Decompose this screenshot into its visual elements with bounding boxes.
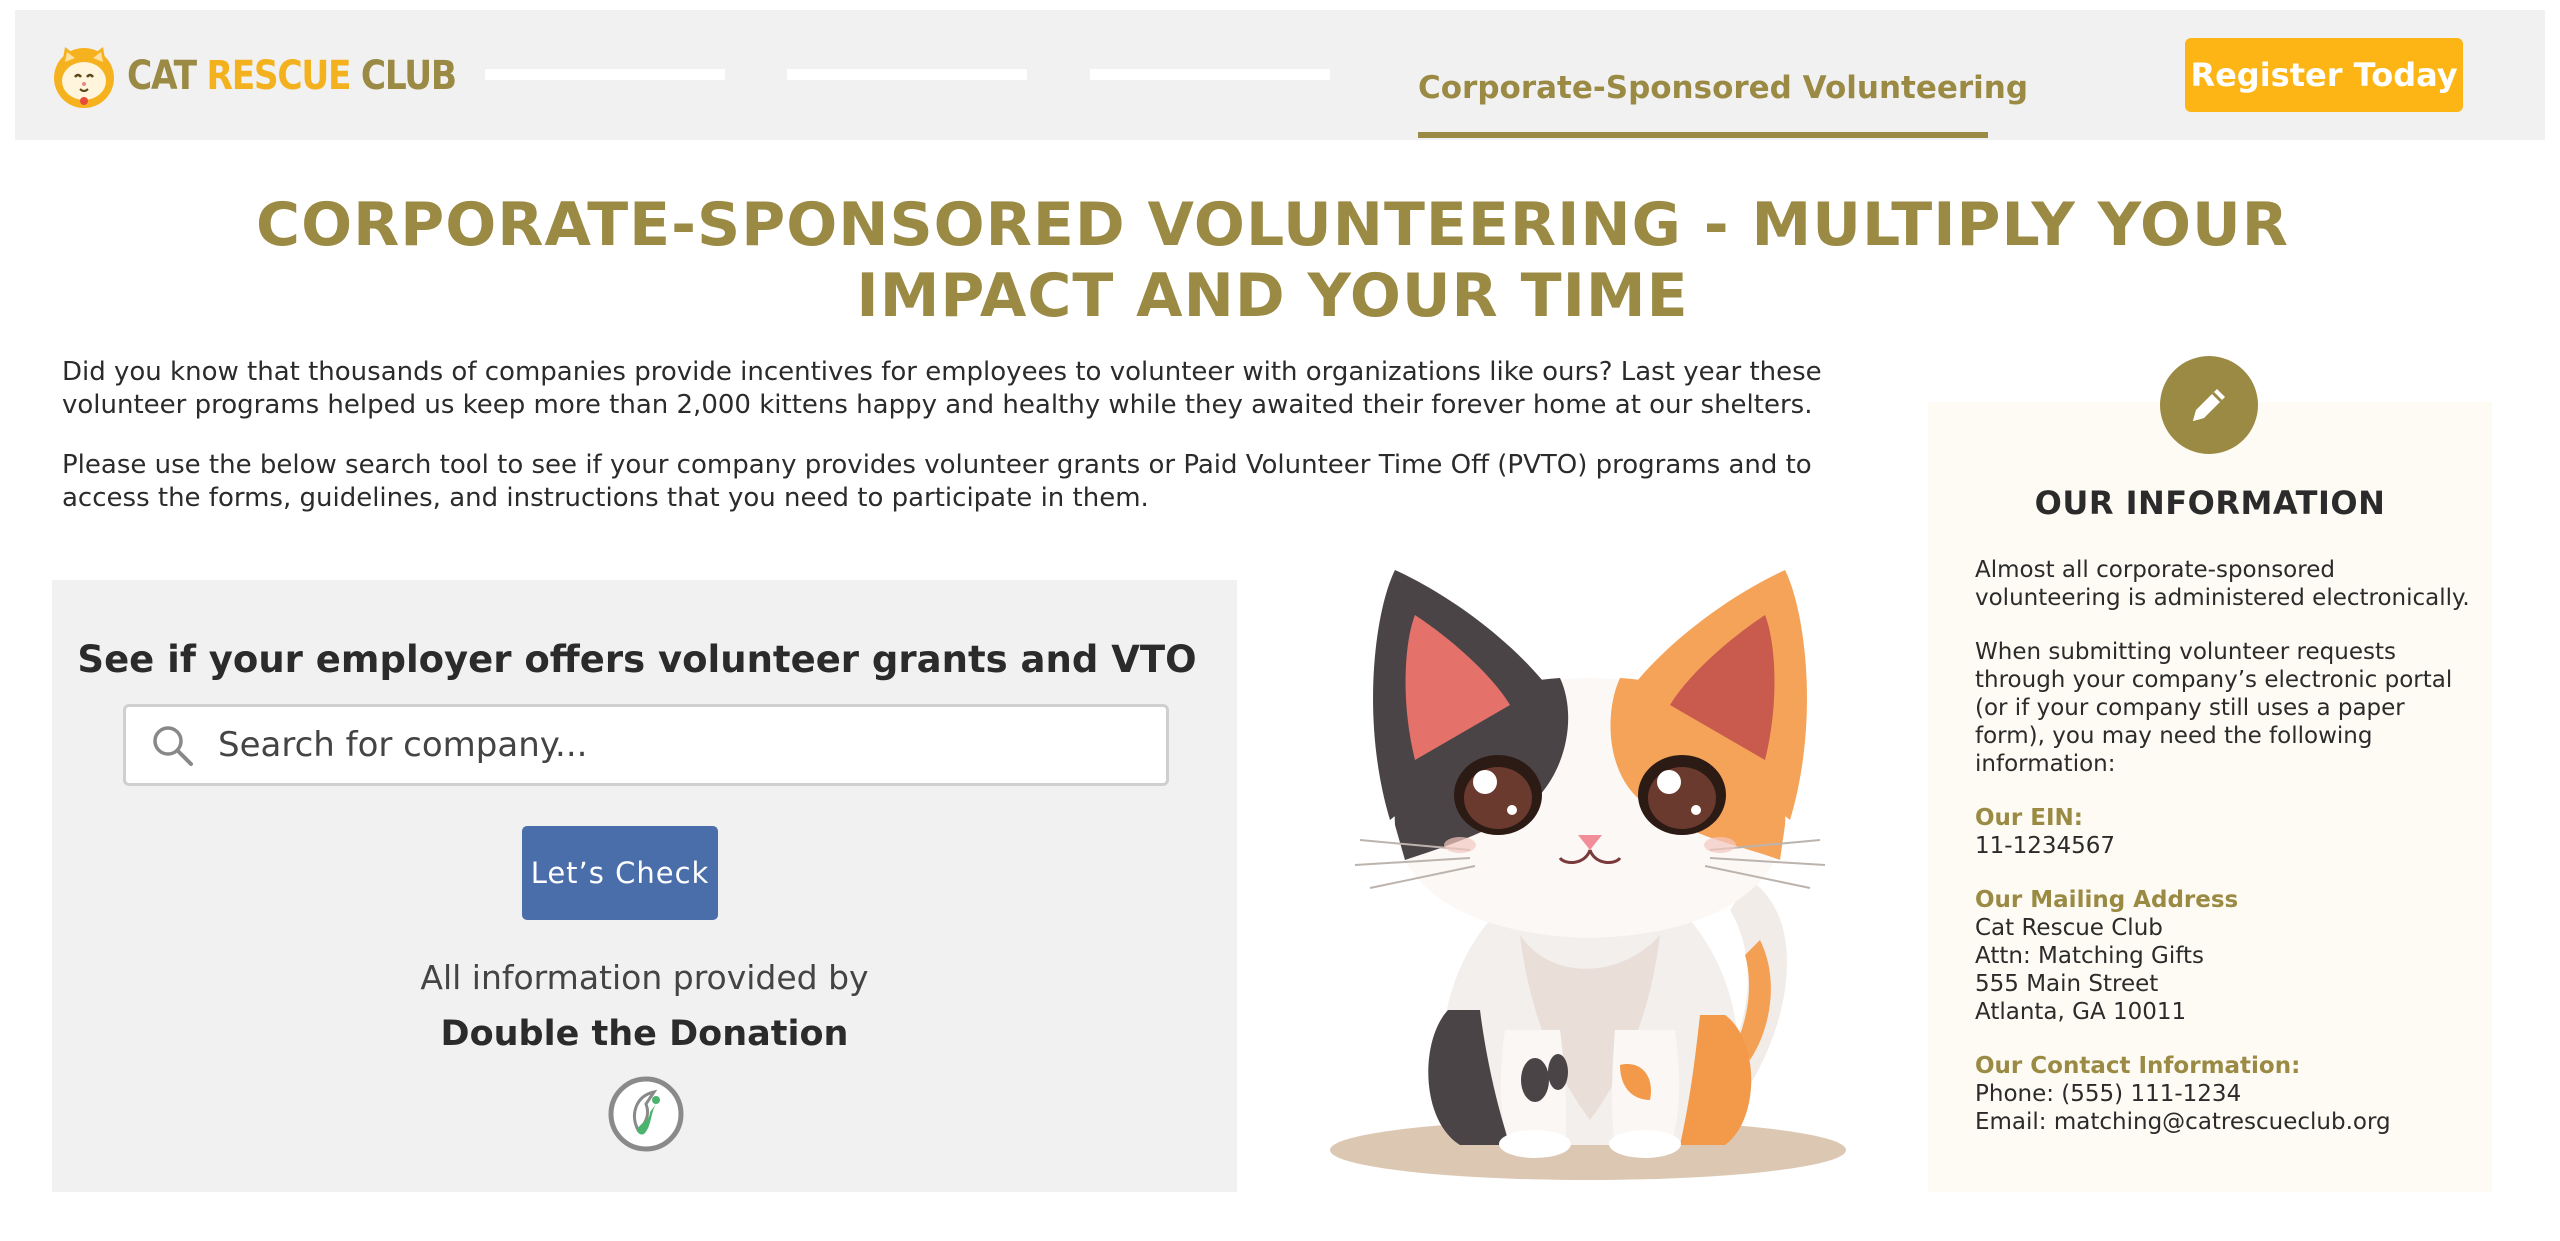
contact-label: Our Contact Information:	[1975, 1053, 2301, 1079]
search-icon	[153, 726, 193, 766]
search-box[interactable]	[123, 704, 1169, 786]
employer-search-panel: See if your employer offers volunteer gr…	[52, 580, 1237, 1192]
address-line: Cat Rescue Club	[1975, 915, 2163, 941]
ein-value: 11-1234567	[1975, 833, 2115, 859]
mailing-address-block: Our Mailing Address Cat Rescue Club Attn…	[1975, 886, 2475, 1026]
pencil-icon	[2193, 389, 2225, 421]
contact-block: Our Contact Information: Phone: (555) 11…	[1975, 1052, 2475, 1136]
contact-phone: Phone: (555) 111-1234	[1975, 1081, 2242, 1107]
double-the-donation-logo-icon[interactable]	[606, 1074, 686, 1154]
nav-item-placeholder-3[interactable]	[1090, 69, 1330, 80]
page-title-line-1: CORPORATE-SPONSORED VOLUNTEERING - MULTI…	[256, 190, 2289, 260]
intro-text: Did you know that thousands of companies…	[62, 356, 1827, 515]
site-header: CAT RESCUE CLUB Corporate-Sponsored Volu…	[15, 10, 2545, 140]
company-search-input[interactable]	[218, 710, 1166, 780]
intro-paragraph-1: Did you know that thousands of companies…	[62, 357, 1822, 420]
nav-item-placeholder-1[interactable]	[485, 69, 725, 80]
address-line: 555 Main Street	[1975, 971, 2159, 997]
search-heading: See if your employer offers volunteer gr…	[77, 638, 1197, 681]
provided-by-text: All information provided by	[420, 958, 869, 997]
ein-block: Our EIN: 11-1234567	[1975, 804, 2475, 860]
ein-label: Our EIN:	[1975, 805, 2083, 831]
contact-email[interactable]: Email: matching@catrescueclub.org	[1975, 1108, 2475, 1136]
logo-word-rescue: RESCUE	[206, 53, 351, 99]
logo-word-club: CLUB	[360, 53, 457, 99]
info-badge	[2160, 356, 2258, 454]
register-button[interactable]: Register Today	[2185, 38, 2463, 112]
lets-check-button[interactable]: Let’s Check	[522, 826, 718, 920]
logo-wordmark: CAT RESCUE CLUB	[127, 53, 457, 99]
info-body: Almost all corporate-sponsored volunteer…	[1975, 556, 2475, 1162]
address-line: Attn: Matching Gifts	[1975, 943, 2204, 969]
info-paragraph-1: Almost all corporate-sponsored volunteer…	[1975, 557, 2470, 611]
page-title: CORPORATE-SPONSORED VOLUNTEERING - MULTI…	[0, 190, 2545, 332]
cat-face-icon	[54, 47, 114, 108]
our-information-card: OUR INFORMATION Almost all corporate-spo…	[1928, 402, 2492, 1192]
info-title: OUR INFORMATION	[2034, 484, 2386, 522]
logo-word-cat: CAT	[127, 53, 197, 99]
address-line: Atlanta, GA 10011	[1975, 999, 2187, 1025]
page-title-line-2: IMPACT AND YOUR TIME	[856, 261, 1689, 331]
nav-item-placeholder-2[interactable]	[787, 69, 1027, 80]
site-logo[interactable]: CAT RESCUE CLUB	[51, 40, 509, 112]
nav-item-corporate-volunteering[interactable]: Corporate-Sponsored Volunteering	[1418, 54, 2028, 138]
mailing-address-label: Our Mailing Address	[1975, 887, 2239, 913]
provider-name: Double the Donation	[440, 1014, 849, 1054]
info-paragraph-2: When submitting volunteer requests throu…	[1975, 639, 2453, 777]
intro-paragraph-2: Please use the below search tool to see …	[62, 450, 1812, 513]
calico-kitten-illustration	[1330, 570, 1846, 1180]
